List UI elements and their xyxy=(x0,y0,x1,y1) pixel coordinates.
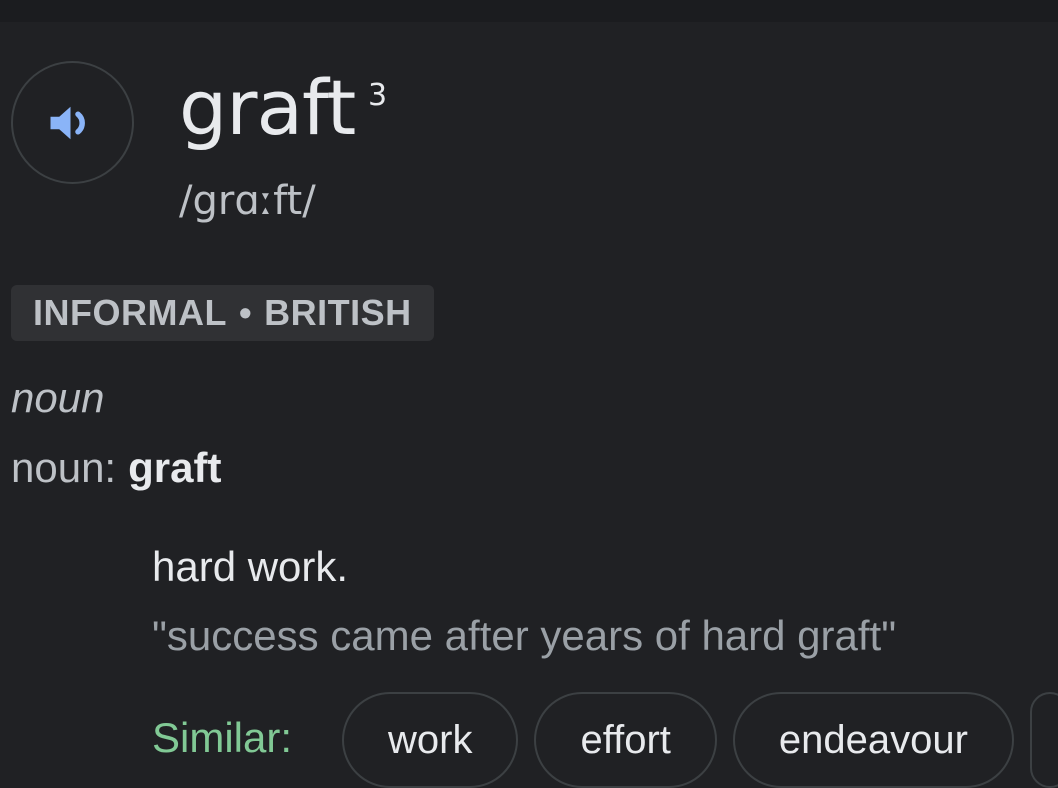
pos-form-prefix: noun: xyxy=(11,444,117,491)
speaker-icon xyxy=(50,106,85,139)
label-informal: INFORMAL xyxy=(33,292,227,333)
usage-labels: INFORMAL • BRITISH xyxy=(11,285,434,341)
phonetic-transcription: /grɑːft/ xyxy=(179,178,316,224)
pronunciation-play-button[interactable] xyxy=(11,61,134,184)
similar-chip-endeavour[interactable]: endeavour xyxy=(732,692,1014,788)
similar-label: Similar: xyxy=(152,714,293,761)
label-british: BRITISH xyxy=(264,292,412,333)
definition-text: hard work. xyxy=(152,543,349,590)
similar-chip-more[interactable] xyxy=(1029,692,1058,788)
pos-form-line: noun: graft xyxy=(11,444,221,492)
similar-chip-work[interactable]: work xyxy=(342,692,519,788)
pos-form-word: graft xyxy=(128,444,222,491)
label-separator: • xyxy=(238,292,253,333)
similar-chip-effort[interactable]: effort xyxy=(534,692,717,788)
similar-chips: work effort endeavour xyxy=(342,692,1058,788)
example-sentence: "success came after years of hard graft" xyxy=(152,612,897,659)
homograph-number: 3 xyxy=(368,78,388,113)
top-bar xyxy=(0,0,1058,22)
part-of-speech: noun xyxy=(11,374,105,421)
headword: graft xyxy=(179,63,356,152)
